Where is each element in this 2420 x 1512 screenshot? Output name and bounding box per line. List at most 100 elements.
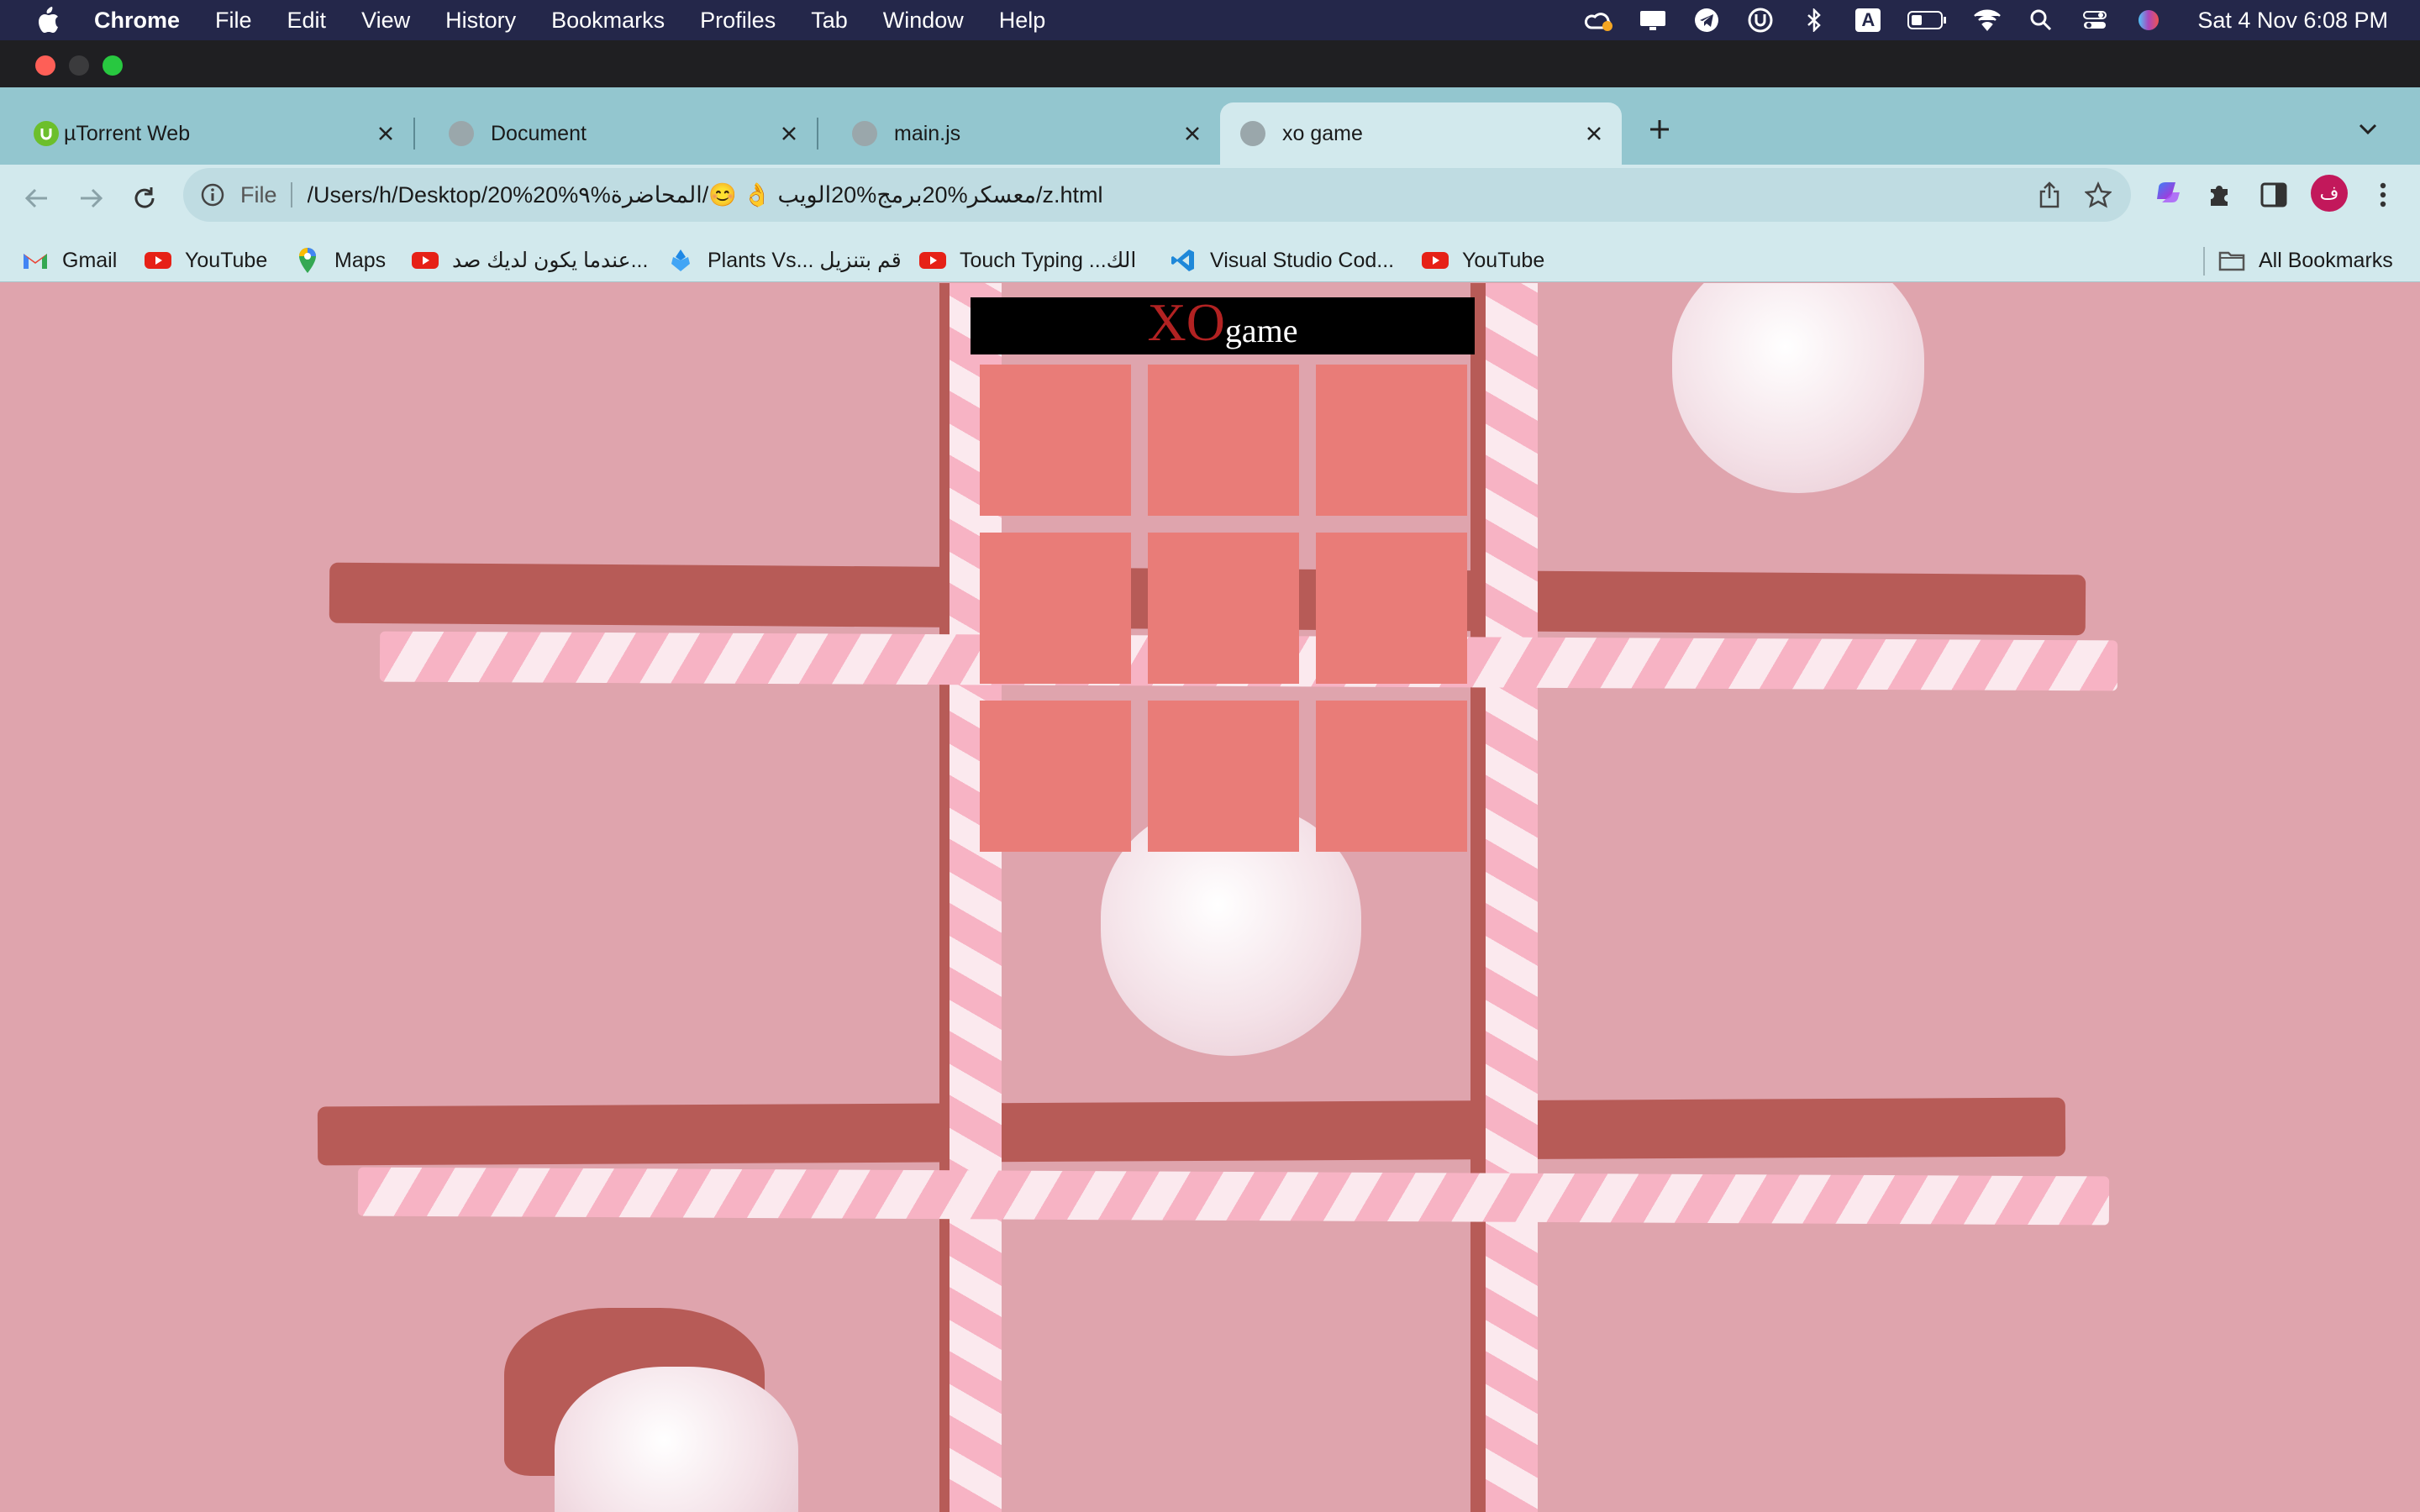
wifi-icon[interactable] (1972, 8, 2002, 33)
bookmark-label: YouTube (185, 248, 268, 272)
tab-xo-game[interactable]: xo game (1220, 102, 1622, 165)
bookmark-youtube-2[interactable]: YouTube (1422, 239, 1544, 282)
kebab-menu-icon[interactable] (2366, 178, 2400, 212)
page-viewport: XO game (0, 283, 2420, 1512)
heart-candy-image (1672, 283, 1924, 493)
tab-close-icon[interactable] (1180, 121, 1205, 146)
tab-main-js[interactable]: main.js (818, 102, 1220, 165)
bookmark-youtube-arabic[interactable]: عندما يكون لديك صد... (412, 239, 648, 282)
menu-profiles[interactable]: Profiles (700, 8, 776, 34)
battery-icon[interactable] (1907, 8, 1949, 33)
globe-icon (852, 121, 877, 146)
share-icon[interactable] (2035, 181, 2064, 209)
omnibox-divider (290, 182, 292, 207)
telegram-icon[interactable] (1691, 8, 1722, 33)
window-close-button[interactable] (35, 55, 55, 76)
creative-cloud-icon[interactable] (1584, 8, 1614, 33)
menu-help[interactable]: Help (999, 8, 1046, 34)
window-minimize-button[interactable] (69, 55, 89, 76)
bookmark-plants-vs-zombies[interactable]: Plants Vs... قم بتنزيل (667, 239, 902, 282)
all-bookmarks-label: All Bookmarks (2259, 248, 2393, 272)
macos-menu-bar: Chrome File Edit View History Bookmarks … (0, 0, 2420, 40)
youtube-icon (919, 247, 946, 274)
menu-window[interactable]: Window (883, 8, 964, 34)
url-scheme-label: File (240, 181, 277, 207)
youtube-icon (145, 247, 171, 274)
menu-history[interactable]: History (445, 8, 516, 34)
board-cell-4[interactable] (980, 533, 1131, 684)
copilot-extension-icon[interactable] (2151, 178, 2185, 212)
bookmark-label: Touch Typing ...الك (960, 249, 1137, 272)
tab-strip: µTorrent Web Document main.js xo game (0, 87, 2420, 165)
game-title-bar: XO game (971, 292, 1475, 354)
siri-icon[interactable] (2133, 8, 2164, 33)
url-text[interactable]: /Users/h/Desktop/معسكر%20برمج%20الويب 👌 … (308, 181, 1103, 208)
tab-utorrent-web[interactable]: µTorrent Web (0, 102, 415, 165)
bookmarks-bar: Gmail YouTube Maps عندما يكون لديك صد...… (0, 239, 2420, 282)
board-cell-3[interactable] (1316, 365, 1467, 516)
bluetooth-icon[interactable] (1799, 8, 1829, 33)
input-source-icon[interactable]: A (1853, 8, 1883, 33)
apple-icon[interactable] (34, 7, 62, 33)
game-title-xo: XO (1147, 292, 1225, 352)
reload-icon[interactable] (123, 176, 166, 220)
menu-clock[interactable]: Sat 4 Nov 6:08 PM (2197, 8, 2388, 34)
menu-app-name[interactable]: Chrome (94, 8, 180, 34)
profile-avatar[interactable]: ف (2311, 175, 2348, 212)
tab-search-chevron-down-icon[interactable] (2353, 114, 2383, 144)
bookmark-star-icon[interactable] (2084, 181, 2112, 209)
bookmark-gmail[interactable]: Gmail (22, 239, 117, 282)
screen-share-icon[interactable] (1638, 8, 1668, 33)
side-panel-icon[interactable] (2257, 178, 2291, 212)
board-cell-2[interactable] (1148, 365, 1299, 516)
tab-document[interactable]: Document (415, 102, 818, 165)
board-cell-1[interactable] (980, 365, 1131, 516)
bookmarks-separator (2203, 247, 2205, 276)
menu-view[interactable]: View (361, 8, 410, 34)
menu-edit[interactable]: Edit (287, 8, 327, 34)
board-cell-5[interactable] (1148, 533, 1299, 684)
address-bar[interactable]: File /Users/h/Desktop/معسكر%20برمج%20الو… (183, 168, 2131, 222)
control-center-icon[interactable] (2080, 8, 2110, 33)
tab-close-icon[interactable] (776, 121, 802, 146)
tab-close-icon[interactable] (373, 121, 398, 146)
tab-title: Document (491, 121, 587, 145)
window-maximize-button[interactable] (103, 55, 123, 76)
gmail-icon (22, 247, 49, 274)
folder-icon (2218, 247, 2245, 274)
bookmark-label: Plants Vs... قم بتنزيل (708, 249, 902, 272)
plants-vs-zombies-icon (667, 247, 694, 274)
youtube-icon (412, 247, 439, 274)
bookmark-visual-studio-code[interactable]: Visual Studio Cod... (1170, 239, 1394, 282)
bookmark-label: Maps (334, 248, 387, 272)
bookmark-label: عندما يكون لديك صد... (452, 249, 649, 272)
bookmark-label: YouTube (1462, 248, 1545, 272)
site-info-icon[interactable] (200, 182, 225, 207)
utorrent-icon[interactable] (1745, 8, 1776, 33)
game-title-game: game (1224, 312, 1298, 349)
bookmark-youtube[interactable]: YouTube (145, 239, 267, 282)
all-bookmarks-button[interactable]: All Bookmarks (2218, 239, 2393, 282)
board-cell-9[interactable] (1316, 701, 1467, 852)
new-tab-plus-icon[interactable] (1643, 113, 1676, 146)
status-area: A Sat 4 Nov 6:08 PM (1560, 0, 2388, 40)
forward-arrow-icon[interactable] (69, 176, 113, 220)
bookmark-maps[interactable]: Maps (294, 239, 386, 282)
straw-vertical-right (1486, 283, 1538, 1512)
tab-title: µTorrent Web (64, 121, 191, 145)
bookmark-label: Visual Studio Cod... (1210, 248, 1395, 272)
board-cell-7[interactable] (980, 701, 1131, 852)
bookmark-touch-typing[interactable]: Touch Typing ...الك (919, 239, 1136, 282)
input-source-label: A (1855, 8, 1881, 32)
board-cell-8[interactable] (1148, 701, 1299, 852)
menu-file[interactable]: File (215, 8, 252, 34)
spotlight-search-icon[interactable] (2026, 8, 2056, 33)
menu-tab[interactable]: Tab (811, 8, 848, 34)
globe-icon (1240, 121, 1265, 146)
tab-title: main.js (894, 121, 961, 145)
board-cell-6[interactable] (1316, 533, 1467, 684)
extensions-puzzle-icon[interactable] (2203, 178, 2237, 212)
menu-bookmarks[interactable]: Bookmarks (551, 8, 665, 34)
back-arrow-icon[interactable] (15, 176, 59, 220)
tab-close-icon[interactable] (1581, 121, 1607, 146)
